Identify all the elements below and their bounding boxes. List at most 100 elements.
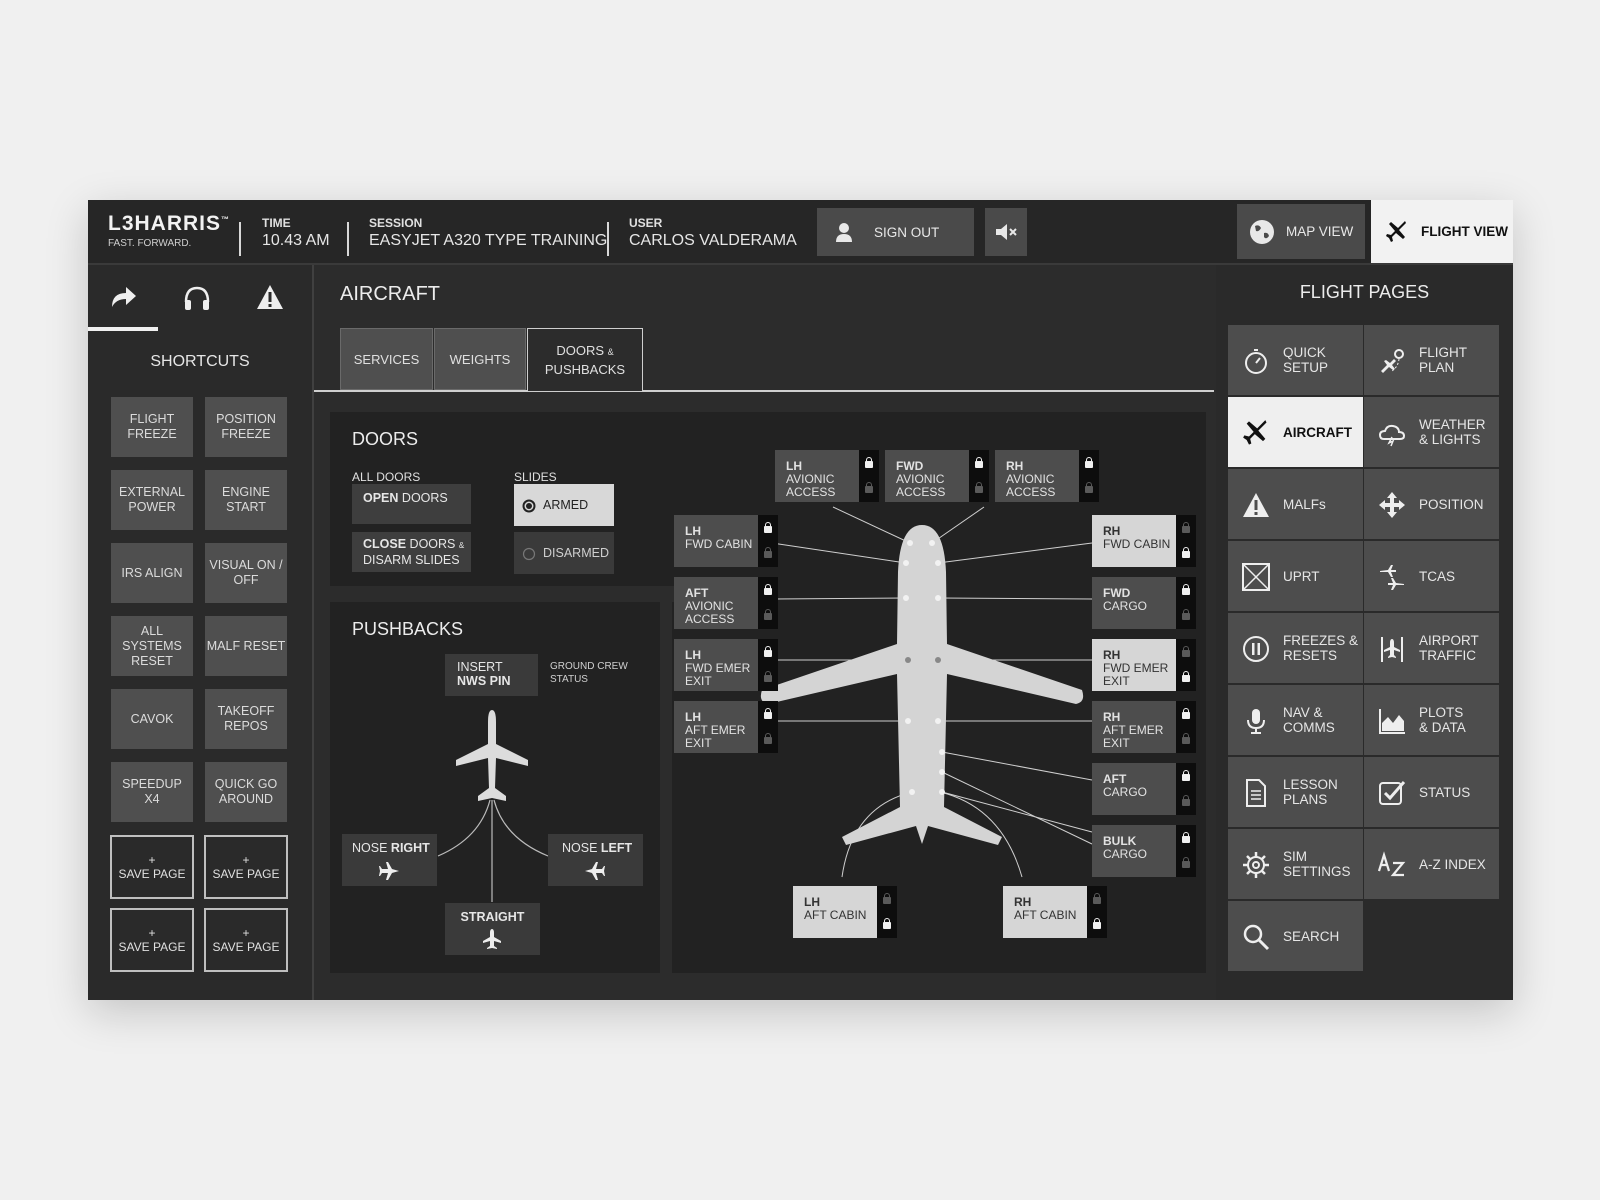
- page-quick-setup[interactable]: QUICK SETUP: [1228, 325, 1363, 395]
- shortcut-speedup-x4[interactable]: SPEEDUP X4: [111, 762, 193, 822]
- flight-view-button[interactable]: FLIGHT VIEW: [1371, 200, 1513, 263]
- shortcut-quick-go-around[interactable]: QUICK GO AROUND: [205, 762, 287, 822]
- map-view-button[interactable]: MAP VIEW: [1237, 204, 1365, 259]
- page-status[interactable]: STATUS: [1364, 757, 1499, 827]
- user-label: USER: [629, 216, 663, 230]
- page-uprt[interactable]: UPRT: [1228, 541, 1363, 611]
- door-label: RH AFT CABIN: [1014, 895, 1077, 922]
- door-lh-avionic-access[interactable]: LH AVIONIC ACCESS: [775, 450, 879, 502]
- lock-icon[interactable]: [1087, 886, 1107, 938]
- page-freezes-resets[interactable]: FREEZES & RESETS: [1228, 613, 1363, 683]
- door-lh-fwd-emer-exit[interactable]: LH FWD EMER EXIT: [674, 639, 778, 691]
- lock-icon[interactable]: [1176, 763, 1196, 815]
- redo-arrow-icon[interactable]: [108, 283, 138, 311]
- headset-icon[interactable]: [182, 284, 212, 312]
- shortcut-flight-freeze[interactable]: FLIGHT FREEZE: [111, 397, 193, 457]
- save-page-button[interactable]: + SAVE PAGE: [204, 835, 288, 899]
- shortcut-cavok[interactable]: CAVOK: [111, 689, 193, 749]
- slides-armed-radio[interactable]: ARMED: [514, 484, 614, 526]
- lock-icon[interactable]: [758, 639, 778, 691]
- tab-services[interactable]: SERVICES: [340, 328, 433, 390]
- door-rh-fwd-emer-exit[interactable]: RH FWD EMER EXIT: [1092, 639, 1196, 691]
- shortcut-takeoff-repos[interactable]: TAKEOFF REPOS: [205, 689, 287, 749]
- user-value: CARLOS VALDERAMA: [629, 232, 797, 249]
- lock-icon[interactable]: [1176, 639, 1196, 691]
- lock-icon[interactable]: [1176, 515, 1196, 567]
- lock-icon[interactable]: [859, 450, 879, 502]
- warning-icon[interactable]: [255, 283, 285, 311]
- shortcut-malf-reset[interactable]: MALF RESET: [205, 616, 287, 676]
- slides-disarmed-radio[interactable]: DISARMED: [514, 532, 614, 574]
- door-lh-fwd-cabin[interactable]: LH FWD CABIN: [674, 515, 778, 567]
- page-label: POSITION: [1419, 496, 1484, 512]
- save-page-button[interactable]: + SAVE PAGE: [110, 908, 194, 972]
- page-tcas[interactable]: TCAS: [1364, 541, 1499, 611]
- lock-icon[interactable]: [1176, 701, 1196, 753]
- tab-weights[interactable]: WEIGHTS: [434, 328, 526, 390]
- nose-left-button[interactable]: NOSE LEFT: [548, 834, 643, 886]
- nose-right-button[interactable]: NOSE RIGHT: [342, 834, 437, 886]
- pause-icon: [1243, 636, 1269, 662]
- lock-icon[interactable]: [1176, 577, 1196, 629]
- sign-out-button[interactable]: SIGN OUT: [817, 208, 974, 256]
- door-rh-aft-cabin[interactable]: RH AFT CABIN: [1003, 886, 1107, 938]
- lock-icon[interactable]: [758, 577, 778, 629]
- close-doors-button[interactable]: CLOSE DOORS & DISARM SLIDES: [352, 532, 471, 572]
- page-a-z-index[interactable]: A-Z INDEX: [1364, 829, 1499, 899]
- page-aircraft[interactable]: AIRCRAFT: [1228, 397, 1363, 467]
- lock-icon[interactable]: [877, 886, 897, 938]
- page-nav-comms[interactable]: NAV & COMMS: [1228, 685, 1363, 755]
- mute-button[interactable]: [985, 208, 1027, 256]
- globe-icon: [1250, 220, 1274, 244]
- shortcut-irs-align[interactable]: IRS ALIGN: [111, 543, 193, 603]
- page-label: SIM SETTINGS: [1283, 849, 1351, 879]
- aircraft-page: AIRCRAFT SERVICES WEIGHTS DOORS & PUSHBA…: [314, 265, 1214, 1000]
- page-airport-traffic[interactable]: AIRPORT TRAFFIC: [1364, 613, 1499, 683]
- page-malfs[interactable]: MALFs: [1228, 469, 1363, 539]
- shortcut-external-power[interactable]: EXTERNAL POWER: [111, 470, 193, 530]
- page-position[interactable]: POSITION: [1364, 469, 1499, 539]
- door-label: LH AVIONIC ACCESS: [786, 459, 836, 499]
- flight-plan-icon: [1381, 349, 1404, 373]
- page-flight-plan[interactable]: FLIGHT PLAN: [1364, 325, 1499, 395]
- lock-icon[interactable]: [758, 515, 778, 567]
- insert-nws-pin-button[interactable]: INSERT NWS PIN: [445, 654, 538, 696]
- shortcut-position-freeze[interactable]: POSITION FREEZE: [205, 397, 287, 457]
- lock-icon[interactable]: [1079, 450, 1099, 502]
- speaker-mute-icon: [996, 224, 1017, 240]
- door-aft-avionic-access[interactable]: AFT AVIONIC ACCESS: [674, 577, 778, 629]
- page-sim-settings[interactable]: SIM SETTINGS: [1228, 829, 1363, 899]
- door-aft-cargo[interactable]: AFT CARGO: [1092, 763, 1196, 815]
- pushbacks-title: PUSHBACKS: [352, 619, 464, 639]
- door-rh-avionic-access[interactable]: RH AVIONIC ACCESS: [995, 450, 1099, 502]
- door-label: RH FWD CABIN: [1103, 524, 1171, 551]
- tcas-icon: [1380, 565, 1404, 590]
- lock-icon[interactable]: [758, 701, 778, 753]
- page-label: WEATHER & LIGHTS: [1419, 417, 1486, 447]
- page-plots-data[interactable]: PLOTS & DATA: [1364, 685, 1499, 755]
- shortcut-label: MALF RESET: [206, 638, 286, 653]
- divider: [607, 222, 609, 256]
- door-fwd-avionic-access[interactable]: FWD AVIONIC ACCESS: [885, 450, 989, 502]
- shortcut-visual-on-off[interactable]: VISUAL ON / OFF: [205, 543, 287, 603]
- lock-icon[interactable]: [1176, 825, 1196, 877]
- shortcut-label: FREEZE: [221, 427, 271, 441]
- shortcut-engine-start[interactable]: ENGINE START: [205, 470, 287, 530]
- door-rh-fwd-cabin[interactable]: RH FWD CABIN: [1092, 515, 1196, 567]
- shortcut-all-systems-reset[interactable]: ALL SYSTEMS RESET: [111, 616, 193, 676]
- page-search[interactable]: SEARCH: [1228, 901, 1363, 971]
- open-doors-button[interactable]: OPEN DOORS: [352, 484, 471, 524]
- door-rh-aft-emer-exit[interactable]: RH AFT EMER EXIT: [1092, 701, 1196, 753]
- door-lh-aft-cabin[interactable]: LH AFT CABIN: [793, 886, 897, 938]
- tab-doors-pushbacks[interactable]: DOORS & PUSHBACKS: [527, 328, 643, 391]
- pushbacks-panel: PUSHBACKS INSERT NWS PIN GROUND CREW STATU…: [330, 602, 660, 973]
- page-lesson-plans[interactable]: LESSON PLANS: [1228, 757, 1363, 827]
- page-weather-lights[interactable]: WEATHER & LIGHTS: [1364, 397, 1499, 467]
- lock-icon[interactable]: [969, 450, 989, 502]
- save-page-button[interactable]: + SAVE PAGE: [110, 835, 194, 899]
- door-fwd-cargo[interactable]: FWD CARGO: [1092, 577, 1196, 629]
- door-lh-aft-emer-exit[interactable]: LH AFT EMER EXIT: [674, 701, 778, 753]
- straight-button[interactable]: STRAIGHT: [445, 903, 540, 955]
- door-bulk-cargo[interactable]: BULK CARGO: [1092, 825, 1196, 877]
- save-page-button[interactable]: + SAVE PAGE: [204, 908, 288, 972]
